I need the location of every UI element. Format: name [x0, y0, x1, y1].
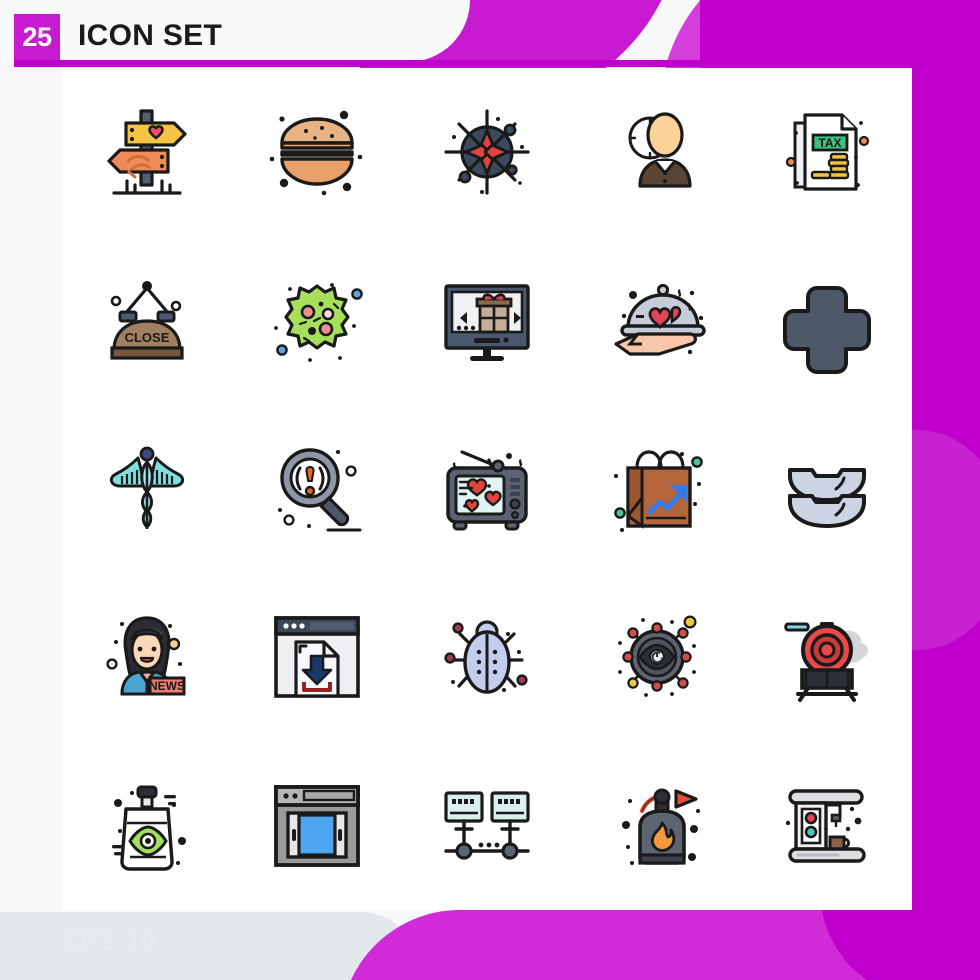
- icon-cell-bacteria-germ[interactable]: [232, 236, 402, 404]
- tax-document-icon: TAX: [785, 113, 870, 191]
- icon-count-value: 25: [22, 21, 52, 52]
- icon-cell-magnifier-alert[interactable]: [232, 405, 402, 573]
- compass-rose-icon: [444, 109, 530, 195]
- steam-locomotive-icon: [784, 622, 868, 703]
- icon-cell-plus-add[interactable]: [742, 236, 912, 404]
- icon-cell-stacked-bowls[interactable]: [742, 405, 912, 573]
- icon-count-badge: 25: [14, 14, 60, 60]
- employee-time-icon: [628, 112, 692, 188]
- browser-window-icon: [274, 784, 360, 867]
- news-reporter-icon: NEWS: [106, 616, 186, 696]
- icon-cell-tax-document[interactable]: TAX: [742, 68, 912, 236]
- icon-cell-burger[interactable]: [232, 68, 402, 236]
- close-sign-icon: CLOSE: [110, 280, 184, 360]
- coffee-machine-icon: [785, 789, 866, 863]
- serving-tray-love-icon: [614, 283, 706, 356]
- magenta-blob-bottom: [340, 910, 980, 980]
- icon-grid: TAX CLOSE NEWS: [62, 68, 912, 910]
- icon-cell-close-sign[interactable]: CLOSE: [62, 236, 232, 404]
- magenta-blob-right-edge: [905, 300, 980, 980]
- icon-cell-caduceus-medical[interactable]: [62, 405, 232, 573]
- shopping-bag-growth-icon: [614, 450, 703, 532]
- caduceus-medical-icon: [109, 446, 185, 530]
- icon-cell-eye-cream-tube[interactable]: [62, 742, 232, 910]
- page-title: ICON SET: [78, 19, 223, 52]
- close-label: CLOSE: [125, 330, 170, 345]
- icon-cell-online-gift-monitor[interactable]: [402, 236, 572, 404]
- plus-add-icon: [783, 285, 871, 374]
- news-label: NEWS: [149, 679, 185, 693]
- icon-cell-compass-rose[interactable]: [402, 68, 572, 236]
- icon-cell-direction-signpost-love[interactable]: [62, 68, 232, 236]
- browser-download-icon: [274, 616, 360, 699]
- poster-stage: 25 ICON SET TAX CLOSE NEWS EPS 10: [0, 0, 980, 980]
- icon-cell-coffee-machine[interactable]: [742, 742, 912, 910]
- computer-network-icon: [444, 791, 530, 860]
- tax-label: TAX: [818, 136, 841, 150]
- header-plate: [0, 0, 470, 62]
- retro-tv-love-icon: [446, 450, 528, 531]
- icon-cell-fire-extinguisher[interactable]: [572, 742, 742, 910]
- icon-cell-employee-time[interactable]: [572, 68, 742, 236]
- icon-cell-news-reporter[interactable]: NEWS: [62, 573, 232, 741]
- bacteria-germ-icon: [274, 282, 363, 362]
- header: 25 ICON SET: [0, 0, 980, 68]
- icon-cell-browser-window[interactable]: [232, 742, 402, 910]
- icon-cell-steam-locomotive[interactable]: [742, 573, 912, 741]
- stacked-bowls-icon: [788, 467, 866, 528]
- fire-extinguisher-icon: [622, 788, 700, 865]
- icon-cell-surveillance-eye[interactable]: [572, 573, 742, 741]
- burger-icon: [269, 110, 363, 196]
- direction-signpost-love-icon: [107, 109, 187, 195]
- icon-cell-shopping-bag-growth[interactable]: [572, 405, 742, 573]
- surveillance-eye-icon: [618, 615, 697, 698]
- icon-cell-beetle-bug[interactable]: [402, 573, 572, 741]
- icon-cell-computer-network[interactable]: [402, 742, 572, 910]
- header-underline: [14, 60, 964, 67]
- eye-cream-tube-icon: [112, 785, 186, 871]
- beetle-bug-icon: [444, 620, 528, 695]
- online-gift-monitor-icon: [444, 283, 530, 361]
- icon-canvas: TAX CLOSE NEWS: [62, 68, 912, 910]
- icon-cell-browser-download[interactable]: [232, 573, 402, 741]
- icon-cell-retro-tv-love[interactable]: [402, 405, 572, 573]
- eps-format-label: EPS 10: [62, 925, 157, 955]
- magnifier-alert-icon: [278, 448, 362, 532]
- icon-cell-serving-tray-love[interactable]: [572, 236, 742, 404]
